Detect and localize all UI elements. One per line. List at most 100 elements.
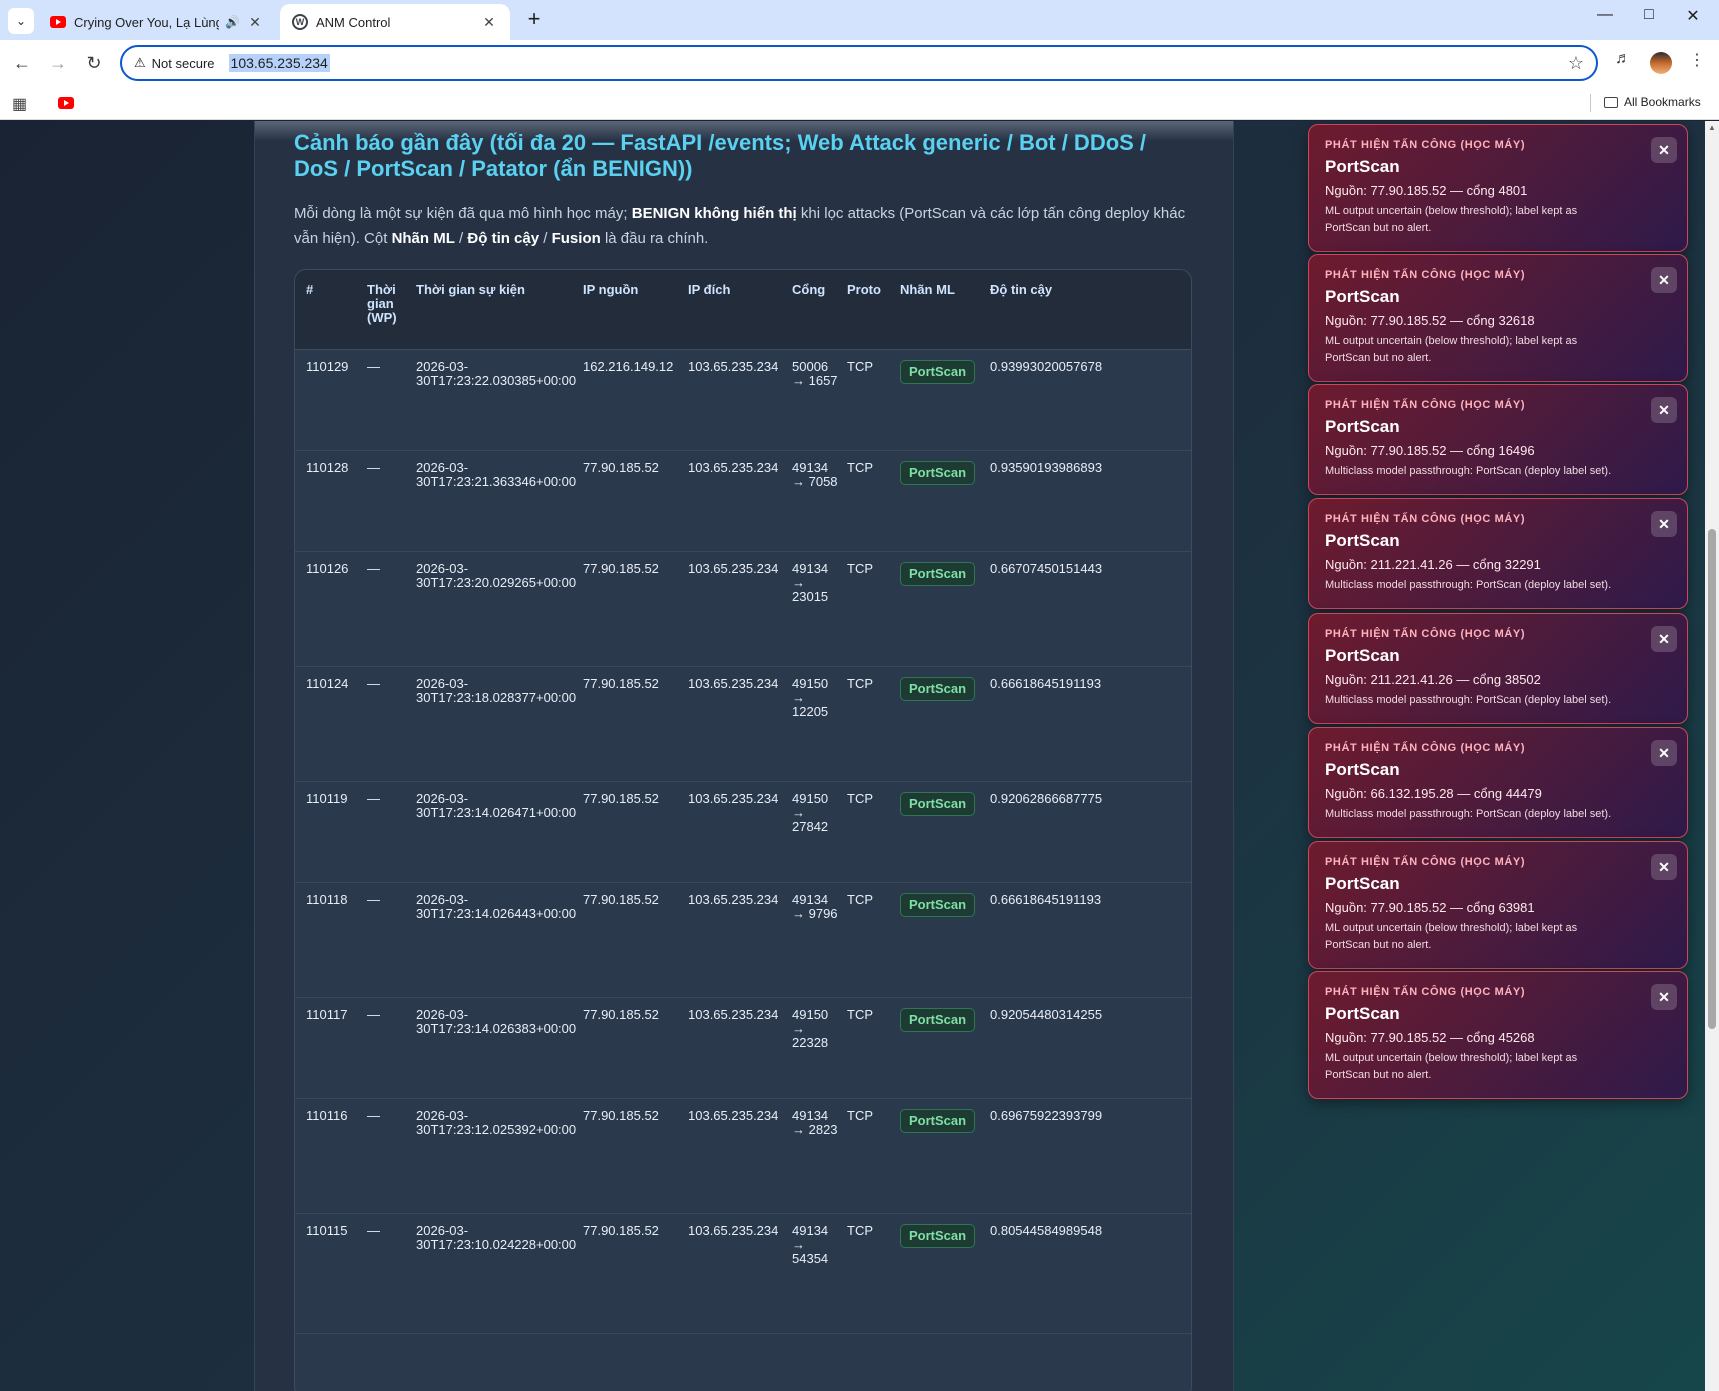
cell-src: 77.90.185.52	[583, 791, 659, 806]
forward-arrow-icon[interactable]: →	[44, 50, 72, 76]
attack-alert-toast: PHÁT HIỆN TẤN CÔNG (HỌC MÁY) PortScan Nguồ…	[1308, 384, 1688, 495]
close-icon[interactable]: ✕	[1651, 854, 1677, 880]
cell-proto: TCP	[847, 460, 873, 475]
bookmark-star-icon[interactable]: ☆	[1568, 53, 1584, 74]
close-icon[interactable]: ✕	[1651, 626, 1677, 652]
ml-label-badge: PortScan	[900, 1224, 976, 1248]
desc-bold: Độ tin cậy	[467, 230, 540, 247]
toast-label: PortScan	[1325, 531, 1400, 550]
url-text[interactable]: 103.65.235.234	[228, 54, 330, 72]
cell-wp: —	[367, 1223, 380, 1238]
cell-src: 77.90.185.52	[583, 460, 659, 475]
browser-toolbar: ← → ↻ ⚠ Not secure 103.65.235.234 ☆ ♬ ⋮	[0, 40, 1719, 86]
toast-label: PortScan	[1325, 760, 1400, 779]
cell-conf: 0.92054480314255	[990, 1007, 1103, 1022]
toast-label: PortScan	[1325, 646, 1400, 665]
table-row: 110117 — 2026-03-30T17:23:14.026383+00:00 7…	[295, 998, 1191, 1099]
reload-icon[interactable]: ↻	[80, 50, 108, 76]
table-row: 110126 — 2026-03-30T17:23:20.029265+00:00 7…	[295, 552, 1191, 667]
address-bar[interactable]: ⚠ Not secure 103.65.235.234 ☆	[120, 45, 1598, 81]
toast-source: Nguồn: 77.90.185.52 — cổng 32618	[1325, 313, 1535, 328]
bookmarks-divider	[1590, 94, 1591, 112]
cell-wp: —	[367, 359, 380, 374]
col-header-id: #	[306, 282, 314, 297]
close-icon[interactable]: ✕	[1651, 397, 1677, 423]
cell-dst: 103.65.235.234	[688, 1223, 779, 1238]
warning-icon[interactable]: ⚠	[134, 55, 146, 71]
cell-proto: TCP	[847, 1007, 873, 1022]
alerts-panel: Cảnh báo gần đây (tối đa 20 — FastAPI /e…	[254, 121, 1234, 1391]
folder-icon	[1604, 96, 1618, 108]
media-controls-icon[interactable]: ♬	[1610, 50, 1636, 68]
close-tab-icon[interactable]: ✕	[246, 14, 264, 31]
cell-conf: 0.66618645191193	[990, 892, 1102, 907]
cell-id: 110118	[306, 892, 348, 907]
ml-label-badge: PortScan	[900, 677, 976, 701]
tab-title: ANM Control	[316, 14, 391, 30]
cell-wp: —	[367, 676, 380, 691]
cell-src: 77.90.185.52	[583, 561, 659, 576]
minimize-icon[interactable]: —	[1582, 6, 1628, 24]
close-icon[interactable]: ✕	[1651, 984, 1677, 1010]
cell-port: 49150 → 22328	[792, 1007, 829, 1050]
all-bookmarks-button[interactable]: All Bookmarks	[1604, 95, 1701, 109]
toast-kicker: PHÁT HIỆN TẤN CÔNG (HỌC MÁY)	[1325, 269, 1526, 281]
desc-text: /	[539, 230, 552, 247]
attack-alert-toast: PHÁT HIỆN TẤN CÔNG (HỌC MÁY) PortScan Nguồ…	[1308, 841, 1688, 969]
cell-src: 77.90.185.52	[583, 1007, 659, 1022]
close-icon[interactable]: ✕	[1651, 137, 1677, 163]
wordpress-icon: W	[292, 14, 308, 30]
toast-label: PortScan	[1325, 157, 1400, 176]
toast-note: Multiclass model passthrough: PortScan (…	[1325, 465, 1612, 477]
close-icon[interactable]: ✕	[1651, 267, 1677, 293]
back-arrow-icon[interactable]: ←	[8, 50, 36, 76]
security-label[interactable]: Not secure	[152, 56, 215, 71]
cell-id: 110116	[306, 1108, 348, 1123]
desc-bold: BENIGN không hiển thị	[631, 205, 797, 222]
cell-port: 49134 → 54354	[792, 1223, 829, 1266]
cell-proto: TCP	[847, 791, 873, 806]
window-close-icon[interactable]: ✕	[1670, 6, 1716, 26]
menu-kebab-icon[interactable]: ⋮	[1684, 50, 1710, 70]
table-row: 110115 — 2026-03-30T17:23:10.024228+00:00 7…	[295, 1214, 1191, 1334]
tab-search-button[interactable]: ⌄	[8, 8, 34, 34]
apps-grid-icon[interactable]: ▦	[12, 94, 27, 114]
attack-alert-toast: PHÁT HIỆN TẤN CÔNG (HỌC MÁY) PortScan Nguồ…	[1308, 124, 1688, 252]
profile-avatar[interactable]	[1650, 52, 1672, 74]
cell-time: 2026-03-30T17:23:22.030385+00:00	[416, 359, 577, 388]
cell-dst: 103.65.235.234	[688, 561, 779, 576]
ml-label-badge: PortScan	[900, 1109, 976, 1133]
maximize-icon[interactable]: □	[1626, 6, 1672, 24]
new-tab-button[interactable]: +	[520, 6, 548, 32]
speaker-icon[interactable]: 🔊	[225, 15, 240, 29]
cell-time: 2026-03-30T17:23:18.028377+00:00	[416, 676, 577, 705]
toast-note: Multiclass model passthrough: PortScan (…	[1325, 694, 1612, 706]
youtube-bookmark[interactable]	[58, 97, 74, 109]
tab-anm-control[interactable]: W ANM Control ✕	[280, 4, 510, 40]
close-icon[interactable]: ✕	[1651, 740, 1677, 766]
tab-youtube[interactable]: Crying Over You, Lạ Lùng, M 🔊 ✕	[38, 4, 276, 40]
cell-time: 2026-03-30T17:23:10.024228+00:00	[416, 1223, 577, 1252]
cell-proto: TCP	[847, 561, 873, 576]
col-header-proto: Proto	[847, 282, 881, 297]
scroll-up-icon[interactable]: ▲	[1708, 123, 1716, 132]
cell-id: 110124	[306, 676, 349, 691]
cell-time: 2026-03-30T17:23:14.026383+00:00	[416, 1007, 577, 1036]
close-icon[interactable]: ✕	[1651, 511, 1677, 537]
cell-wp: —	[367, 1007, 380, 1022]
col-header-dst-ip: IP đích	[688, 282, 731, 297]
toast-source: Nguồn: 77.90.185.52 — cổng 4801	[1325, 183, 1528, 198]
attack-alert-toast: PHÁT HIỆN TẤN CÔNG (HỌC MÁY) PortScan Nguồ…	[1308, 498, 1688, 609]
desc-text: /	[454, 230, 468, 247]
scroll-thumb[interactable]	[1708, 529, 1716, 1029]
desc-bold: Nhãn ML	[391, 230, 455, 247]
cell-conf: 0.66618645191193	[990, 676, 1102, 691]
page-viewport: Cảnh báo gần đây (tối đa 20 — FastAPI /e…	[0, 121, 1719, 1391]
close-tab-icon[interactable]: ✕	[480, 14, 498, 31]
bookmarks-bar: ▦ All Bookmarks	[0, 86, 1719, 120]
toast-note: ML output uncertain (below threshold); l…	[1325, 922, 1578, 951]
toast-note: ML output uncertain (below threshold); l…	[1325, 335, 1578, 364]
cell-port: 49134 → 2823	[792, 1108, 838, 1137]
page-scrollbar[interactable]: ▲	[1705, 121, 1719, 1391]
cell-port: 49150 → 12205	[792, 676, 829, 719]
